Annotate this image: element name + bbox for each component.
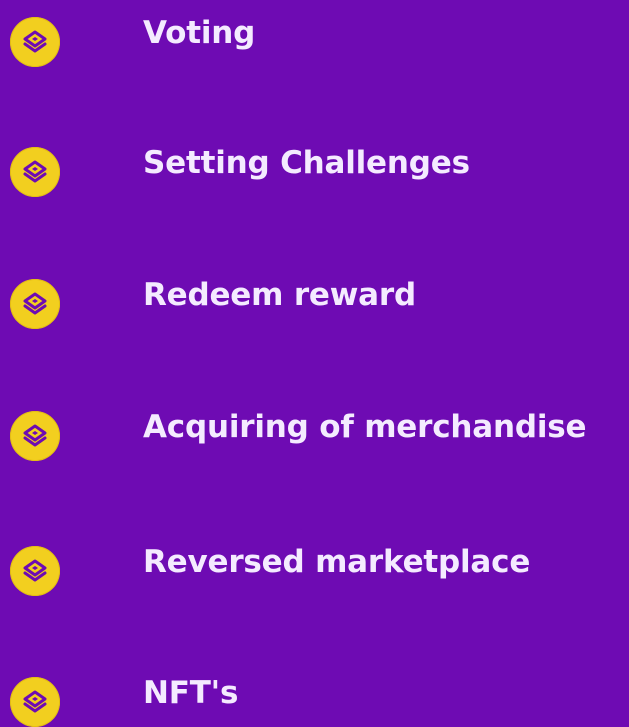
list-item: Voting <box>0 8 629 67</box>
list-item: Redeem reward <box>0 270 629 329</box>
list-item: Reversed marketplace <box>0 537 629 596</box>
list-item: Setting Challenges <box>0 138 629 197</box>
layered-token-icon <box>10 411 60 461</box>
layered-token-icon <box>10 17 60 67</box>
list-item-label: Reversed marketplace <box>143 544 531 580</box>
layered-token-icon <box>10 147 60 197</box>
list-item-label: Redeem reward <box>143 277 416 313</box>
layered-token-icon <box>10 677 60 727</box>
list-item: NFT's <box>0 668 629 727</box>
list-item-label: Voting <box>143 15 256 51</box>
list-item: Acquiring of merchandise <box>0 402 629 461</box>
layered-token-icon <box>10 546 60 596</box>
layered-token-icon <box>10 279 60 329</box>
list-item-label: Acquiring of merchandise <box>143 409 587 445</box>
list-item-label: NFT's <box>143 675 239 711</box>
list-item-label: Setting Challenges <box>143 145 470 181</box>
feature-list: Voting Setting Challenges Redeem reward <box>0 0 629 727</box>
